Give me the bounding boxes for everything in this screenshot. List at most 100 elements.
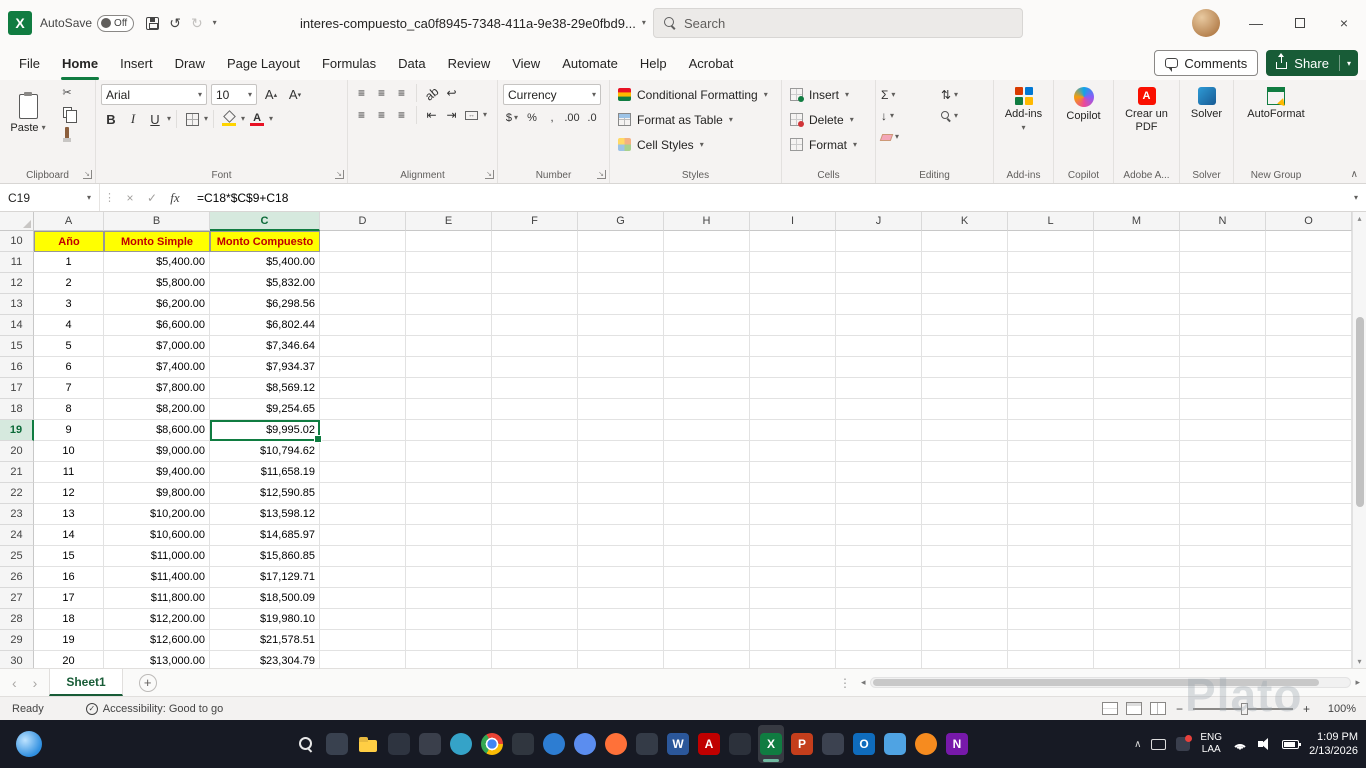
cell-B14[interactable]: $6,600.00 <box>104 315 210 336</box>
cell-G10[interactable] <box>578 231 664 252</box>
taskbar-icon-file-explorer[interactable] <box>355 725 381 763</box>
align-top-button[interactable]: ≡ <box>353 85 370 102</box>
accounting-format-button[interactable]: $ ▾ <box>503 109 521 127</box>
cell-O29[interactable] <box>1266 630 1352 651</box>
cell-M10[interactable] <box>1094 231 1180 252</box>
cell-L26[interactable] <box>1008 567 1094 588</box>
cell-L30[interactable] <box>1008 651 1094 668</box>
cell-G12[interactable] <box>578 273 664 294</box>
cancel-button[interactable]: × <box>119 191 141 205</box>
cell-L27[interactable] <box>1008 588 1094 609</box>
cell-M17[interactable] <box>1094 378 1180 399</box>
cell-F12[interactable] <box>492 273 578 294</box>
cell-K28[interactable] <box>922 609 1008 630</box>
create-pdf-button[interactable]: A Crear un PDF <box>1119 84 1174 133</box>
taskbar-icon-app-dark-6[interactable] <box>820 725 846 763</box>
cell-D29[interactable] <box>320 630 406 651</box>
cell-C24[interactable]: $14,685.97 <box>210 525 320 546</box>
redo-button[interactable]: ↻ <box>191 15 203 32</box>
cell-N25[interactable] <box>1180 546 1266 567</box>
cell-B19[interactable]: $8,600.00 <box>104 420 210 441</box>
cell-K20[interactable] <box>922 441 1008 462</box>
cell-D30[interactable] <box>320 651 406 668</box>
cell-J25[interactable] <box>836 546 922 567</box>
share-button[interactable]: Share ▾ <box>1266 50 1358 76</box>
cell-F11[interactable] <box>492 252 578 273</box>
cell-E20[interactable] <box>406 441 492 462</box>
cell-E15[interactable] <box>406 336 492 357</box>
cell-H14[interactable] <box>664 315 750 336</box>
cell-A26[interactable]: 16 <box>34 567 104 588</box>
cell-H20[interactable] <box>664 441 750 462</box>
cell-A15[interactable]: 5 <box>34 336 104 357</box>
cell-C27[interactable]: $18,500.09 <box>210 588 320 609</box>
cell-O15[interactable] <box>1266 336 1352 357</box>
cell-M12[interactable] <box>1094 273 1180 294</box>
cell-N12[interactable] <box>1180 273 1266 294</box>
taskbar-icon-app-dark-4[interactable] <box>634 725 660 763</box>
cell-B29[interactable]: $12,600.00 <box>104 630 210 651</box>
cell-J20[interactable] <box>836 441 922 462</box>
cell-A21[interactable]: 11 <box>34 462 104 483</box>
format-painter-button[interactable] <box>58 124 76 142</box>
cell-M24[interactable] <box>1094 525 1180 546</box>
cell-D22[interactable] <box>320 483 406 504</box>
row-header-16[interactable]: 16 <box>0 357 34 378</box>
row-header-15[interactable]: 15 <box>0 336 34 357</box>
cell-F17[interactable] <box>492 378 578 399</box>
cell-B26[interactable]: $11,400.00 <box>104 567 210 588</box>
fill-color-chevron[interactable]: ▾ <box>241 115 245 123</box>
qat-customize-chevron[interactable]: ▾ <box>213 19 217 27</box>
taskbar-icon-onenote[interactable]: N <box>944 725 970 763</box>
cell-J10[interactable] <box>836 231 922 252</box>
cell-O12[interactable] <box>1266 273 1352 294</box>
cell-E22[interactable] <box>406 483 492 504</box>
cell-M15[interactable] <box>1094 336 1180 357</box>
cell-E27[interactable] <box>406 588 492 609</box>
sheetbar-grip[interactable]: ⋮ <box>829 676 861 690</box>
horizontal-scrollbar[interactable]: ◂ ▸ <box>861 677 1366 688</box>
expand-formula-bar-chevron[interactable]: ▾ <box>1354 193 1366 202</box>
cell-J28[interactable] <box>836 609 922 630</box>
cell-K26[interactable] <box>922 567 1008 588</box>
row-header-26[interactable]: 26 <box>0 567 34 588</box>
cell-B13[interactable]: $6,200.00 <box>104 294 210 315</box>
cell-J19[interactable] <box>836 420 922 441</box>
cell-M11[interactable] <box>1094 252 1180 273</box>
cell-B18[interactable]: $8,200.00 <box>104 399 210 420</box>
cell-C17[interactable]: $8,569.12 <box>210 378 320 399</box>
menu-tab-file[interactable]: File <box>8 49 51 80</box>
taskbar-icon-browser-orange[interactable] <box>913 725 939 763</box>
cell-L24[interactable] <box>1008 525 1094 546</box>
col-header-I[interactable]: I <box>750 212 836 231</box>
borders-chevron[interactable]: ▾ <box>204 115 208 123</box>
menu-tab-insert[interactable]: Insert <box>109 49 164 80</box>
cell-N26[interactable] <box>1180 567 1266 588</box>
bold-button[interactable]: B <box>101 109 121 129</box>
cell-K24[interactable] <box>922 525 1008 546</box>
cell-O25[interactable] <box>1266 546 1352 567</box>
orientation-button[interactable]: ab <box>420 81 444 105</box>
autosave-toggle[interactable]: Off <box>97 14 135 32</box>
cell-B28[interactable]: $12,200.00 <box>104 609 210 630</box>
cell-M28[interactable] <box>1094 609 1180 630</box>
menu-tab-formulas[interactable]: Formulas <box>311 49 387 80</box>
cell-N23[interactable] <box>1180 504 1266 525</box>
cell-G15[interactable] <box>578 336 664 357</box>
row-header-13[interactable]: 13 <box>0 294 34 315</box>
cell-D17[interactable] <box>320 378 406 399</box>
cell-A29[interactable]: 19 <box>34 630 104 651</box>
cell-F22[interactable] <box>492 483 578 504</box>
cell-G22[interactable] <box>578 483 664 504</box>
cell-H24[interactable] <box>664 525 750 546</box>
cell-C29[interactable]: $21,578.51 <box>210 630 320 651</box>
cell-D13[interactable] <box>320 294 406 315</box>
cell-K12[interactable] <box>922 273 1008 294</box>
horizontal-scroll-track[interactable] <box>869 677 1352 688</box>
cell-M18[interactable] <box>1094 399 1180 420</box>
row-header-20[interactable]: 20 <box>0 441 34 462</box>
cell-N22[interactable] <box>1180 483 1266 504</box>
cell-C23[interactable]: $13,598.12 <box>210 504 320 525</box>
cell-I25[interactable] <box>750 546 836 567</box>
wrap-text-button[interactable]: ↩ <box>443 85 460 102</box>
